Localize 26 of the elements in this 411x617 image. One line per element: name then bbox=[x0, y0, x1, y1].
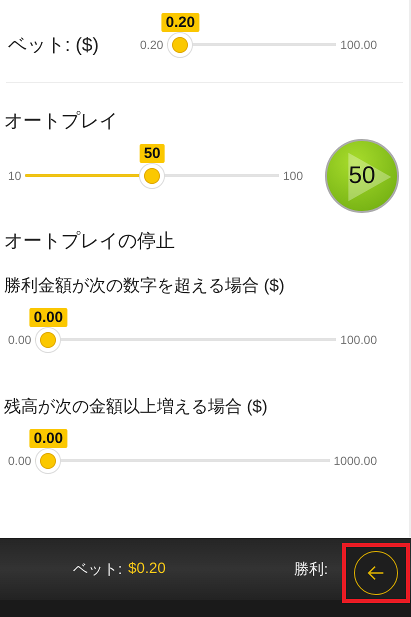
bet-amount: $0.20 bbox=[128, 560, 166, 578]
play-button[interactable]: 50 bbox=[325, 139, 399, 213]
slider-min-label: 0.00 bbox=[8, 454, 32, 468]
slider-min-label: 0.00 bbox=[8, 333, 32, 347]
value-badge: 50 bbox=[140, 144, 164, 163]
back-button[interactable] bbox=[354, 551, 398, 595]
slider-max-label: 100 bbox=[282, 169, 303, 183]
slider-max-label: 100.00 bbox=[340, 333, 377, 347]
slider-thumb[interactable] bbox=[167, 32, 194, 58]
bet-label: ベット: ($) bbox=[8, 34, 100, 58]
slider-thumb[interactable] bbox=[139, 163, 166, 189]
value-badge: 0.20 bbox=[162, 13, 199, 32]
value-badge: 0.00 bbox=[30, 308, 67, 327]
slider-max-label: 100.00 bbox=[340, 38, 377, 52]
slider-max-label: 1000.00 bbox=[334, 454, 377, 468]
bet-label: ベット: bbox=[73, 560, 122, 578]
condition-label: 残高が次の金額以上増える場合 ($) bbox=[4, 396, 268, 418]
section-title: オートプレイの停止 bbox=[3, 230, 176, 254]
slider-min-label: 0.20 bbox=[140, 38, 164, 52]
section-title: オートプレイ bbox=[3, 110, 119, 134]
slider-min-label: 10 bbox=[8, 169, 22, 183]
slider-thumb[interactable] bbox=[35, 327, 62, 353]
win-label: 勝利: bbox=[294, 560, 328, 578]
slider-thumb[interactable] bbox=[35, 448, 62, 474]
condition-label: 勝利金額が次の数字を超える場合 ($) bbox=[4, 275, 286, 297]
value-badge: 0.00 bbox=[30, 429, 67, 448]
